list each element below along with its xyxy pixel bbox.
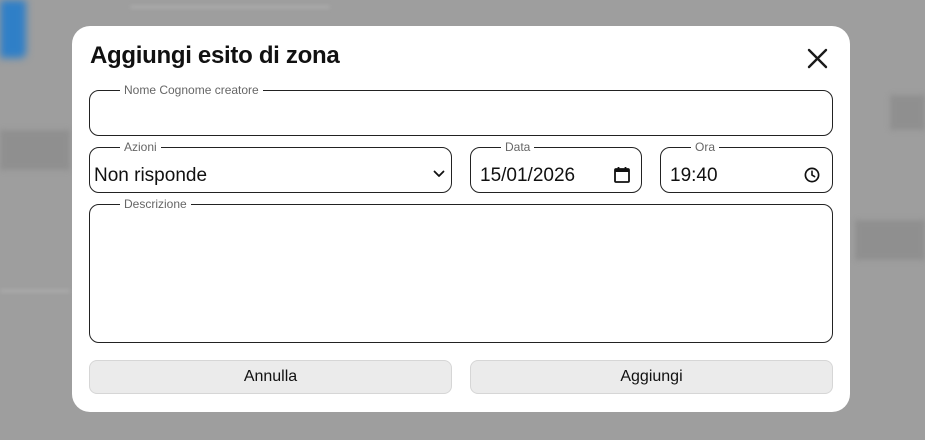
actions-label: Azioni [124, 140, 157, 154]
background-blur-shape [890, 95, 925, 130]
background-blur-shape [0, 130, 70, 170]
time-label: Ora [695, 140, 716, 154]
calendar-icon[interactable] [613, 166, 631, 184]
description-label: Descrizione [124, 197, 187, 211]
chevron-down-icon[interactable] [433, 170, 445, 178]
description-field: Descrizione [89, 198, 833, 343]
creator-name-input[interactable] [94, 106, 828, 136]
creator-name-field: Nome Cognome creatore [89, 84, 833, 136]
close-button[interactable] [804, 46, 832, 72]
actions-field[interactable]: Azioni Non risponde [89, 141, 452, 193]
creator-name-label: Nome Cognome creatore [124, 83, 259, 97]
time-field[interactable]: Ora 19:40 [660, 141, 833, 193]
background-blur-shape [855, 220, 925, 260]
add-button[interactable]: Aggiungi [470, 360, 833, 394]
dialog-title: Aggiungi esito di zona [90, 42, 340, 69]
background-blur-line [130, 6, 330, 8]
date-field[interactable]: Data 15/01/2026 [470, 141, 642, 193]
description-textarea[interactable] [94, 220, 828, 336]
time-input-value[interactable]: 19:40 [670, 165, 718, 187]
background-blue-element [0, 0, 26, 58]
clock-icon[interactable] [804, 167, 820, 183]
add-zone-outcome-dialog: Aggiungi esito di zona Nome Cognome crea… [72, 26, 850, 412]
date-label: Data [505, 140, 531, 154]
background-blur-line [0, 290, 70, 292]
close-icon [807, 48, 828, 69]
cancel-button[interactable]: Annulla [89, 360, 452, 394]
actions-select-value[interactable]: Non risponde [94, 165, 207, 187]
date-input-value[interactable]: 15/01/2026 [480, 165, 575, 187]
